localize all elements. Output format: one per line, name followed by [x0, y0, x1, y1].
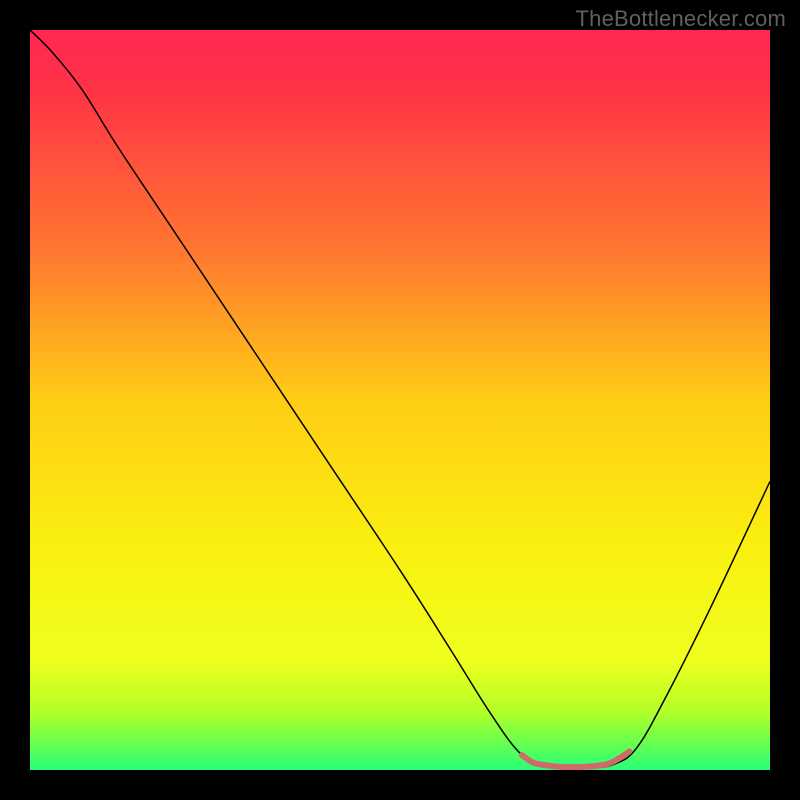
chart-background: [30, 30, 770, 770]
watermark-text: TheBottlenecker.com: [576, 6, 786, 32]
chart-plot-area: [30, 30, 770, 770]
chart-svg: [30, 30, 770, 770]
